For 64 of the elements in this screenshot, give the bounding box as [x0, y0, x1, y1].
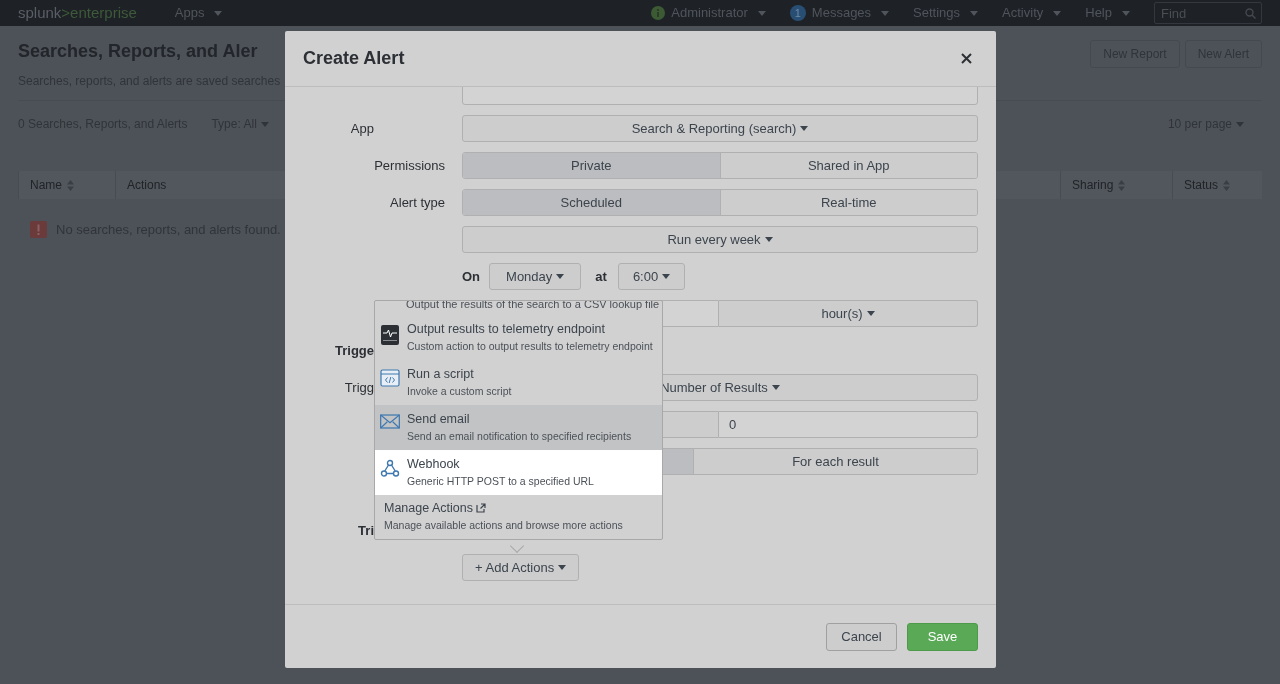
segment-button[interactable]: Private	[463, 153, 720, 178]
item-description: Generic HTTP POST to a specified URL	[407, 475, 594, 487]
item-title: Send email	[407, 412, 471, 426]
unit-dropdown[interactable]: hour(s)	[719, 300, 978, 327]
external-link-icon	[475, 503, 486, 513]
field-label: Alert type	[390, 193, 445, 212]
segment-button[interactable]: Scheduled	[463, 190, 720, 215]
caret-icon	[970, 10, 979, 16]
envelope-icon	[380, 414, 400, 429]
segment-button[interactable]: Real-time	[719, 190, 977, 215]
caret-icon	[866, 311, 875, 316]
code-window-icon	[380, 369, 400, 387]
item-title: Webhook	[407, 457, 461, 471]
manage-actions-link[interactable]: Manage Actions	[384, 501, 653, 515]
close-icon[interactable]	[961, 53, 972, 64]
sort-icon	[1223, 179, 1231, 191]
caret-icon	[556, 274, 565, 279]
search-icon	[1245, 7, 1256, 19]
logo-brand: splunk	[18, 2, 62, 23]
monitor-icon	[380, 324, 400, 346]
caret-icon	[771, 385, 780, 390]
caret-icon	[662, 274, 671, 279]
menu-item[interactable]: Send email Send an email notification to specified recipients	[375, 405, 662, 450]
caret-icon	[800, 126, 809, 131]
caret-icon	[764, 237, 773, 242]
day-dropdown[interactable]: Monday	[489, 263, 582, 290]
select-dropdown[interactable]: Search & Reporting (search)	[462, 115, 978, 142]
caret-icon	[1122, 10, 1130, 16]
sort-icon	[1118, 179, 1126, 191]
field-label: Permissions	[374, 156, 445, 175]
caret-icon	[260, 122, 269, 128]
field-label: App	[350, 119, 374, 138]
item-description: Send an email notification to specified recipients	[407, 430, 632, 442]
status-icon	[651, 6, 666, 20]
caret-icon	[881, 10, 890, 16]
menu-item[interactable]: Webhook Generic HTTP POST to a specified URL	[375, 450, 662, 495]
sort-icon	[67, 179, 74, 191]
caret-icon	[214, 10, 223, 16]
caret-icon	[1236, 122, 1244, 128]
caret-icon	[558, 565, 567, 570]
field-label: On	[462, 267, 481, 286]
item-description: Custom action to output results to telemetry endpoint	[407, 340, 653, 352]
caret-icon	[1053, 10, 1062, 16]
field-label: at	[595, 267, 607, 286]
item-description: Output the results of the search to a CSV lookup file	[406, 301, 661, 310]
select-dropdown[interactable]: Run every week	[462, 226, 978, 253]
column-header: Actions	[127, 177, 167, 194]
section-heading: Trigge	[335, 341, 374, 360]
webhook-icon	[380, 459, 400, 478]
count-badge: 1	[789, 5, 806, 21]
modal-title: Create Alert	[303, 47, 405, 70]
caret-icon	[757, 10, 766, 16]
segment-button[interactable]: For each result	[693, 449, 977, 474]
add-actions-button[interactable]: + Add Actions	[462, 554, 580, 581]
value-field[interactable]: 0	[719, 411, 978, 438]
time-dropdown[interactable]: 6:00	[617, 263, 686, 290]
cancel-button[interactable]: Cancel	[826, 622, 897, 651]
item-title: Output results to telemetry endpoint	[407, 322, 607, 336]
error-icon	[30, 221, 47, 239]
item-description: Manage available actions and browse more actions	[384, 519, 624, 531]
section-heading: Tri	[358, 521, 374, 540]
field-label: Trigg	[344, 378, 374, 397]
logo-product: >enterprise	[61, 2, 137, 23]
segment-button[interactable]: Shared in App	[719, 153, 977, 178]
